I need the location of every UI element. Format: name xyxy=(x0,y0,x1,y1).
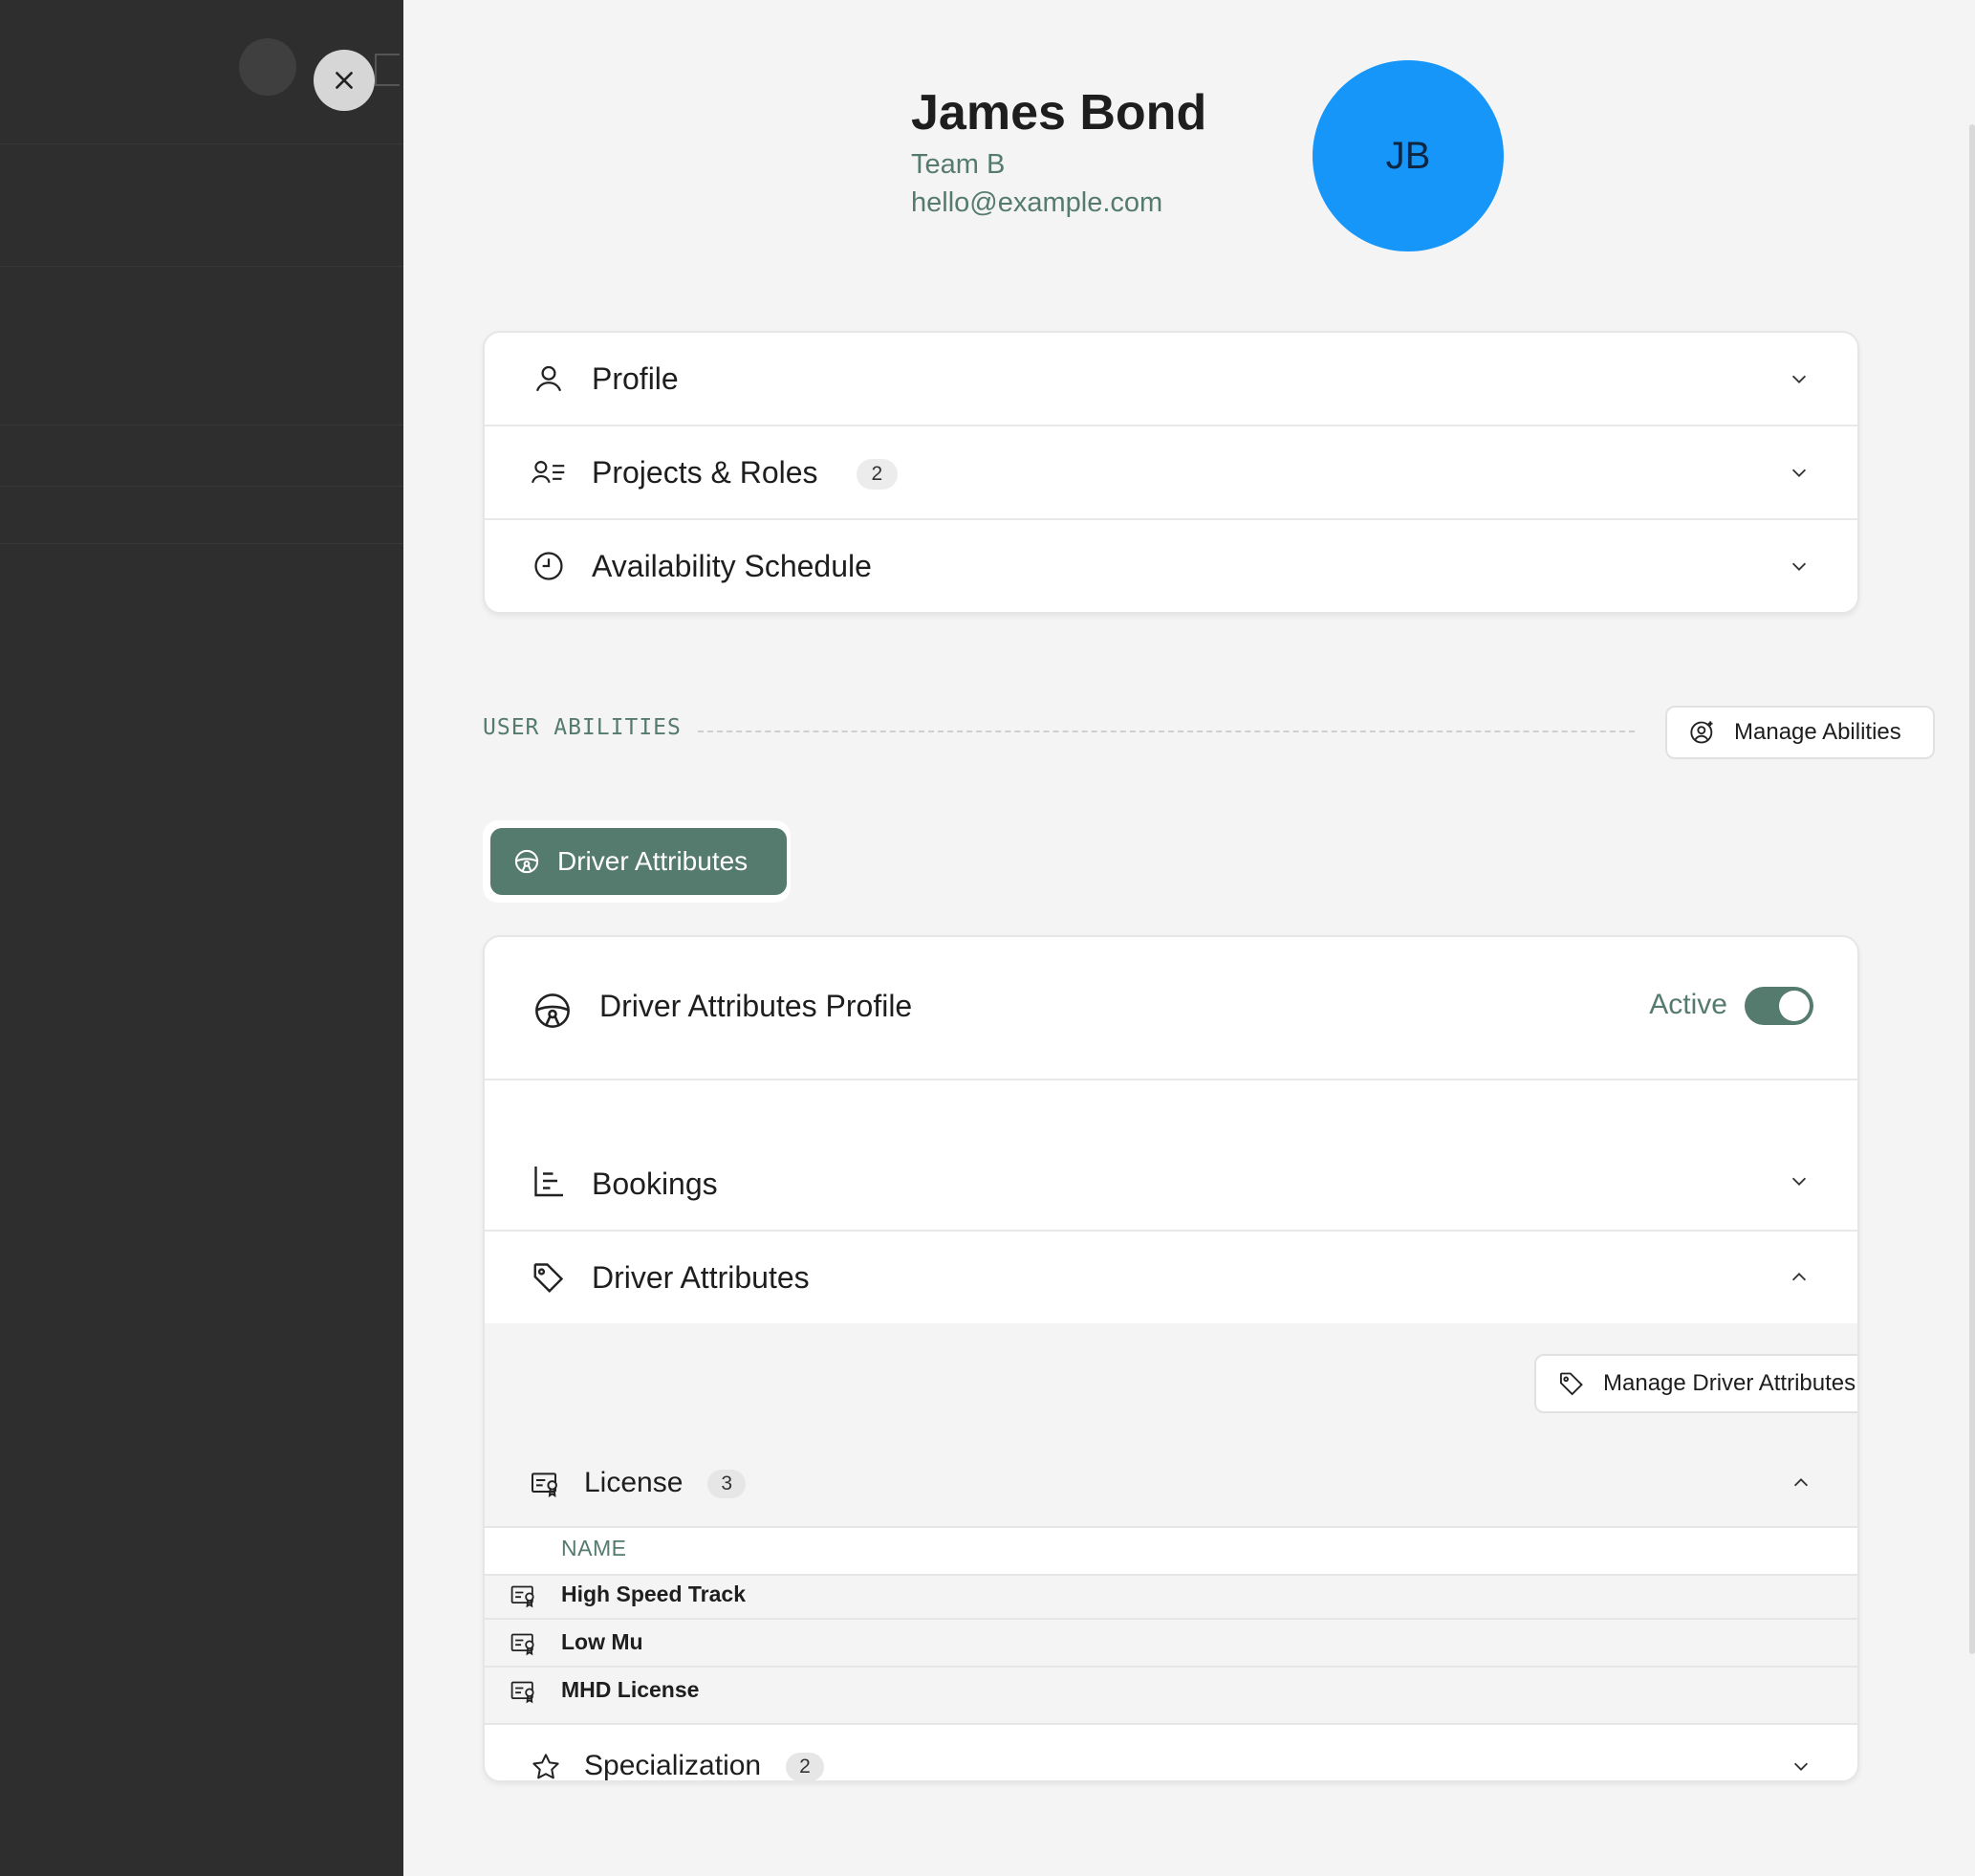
license-label-text: License xyxy=(584,1467,684,1498)
license-group-header[interactable]: License 3 xyxy=(485,1446,1857,1526)
table-row[interactable]: High Speed Track xyxy=(485,1572,1857,1620)
table-row[interactable]: Low Mu xyxy=(485,1620,1857,1668)
steering-wheel-icon xyxy=(532,991,573,1036)
section-bookings[interactable]: Bookings xyxy=(485,1107,1857,1232)
close-drawer-button[interactable] xyxy=(314,50,375,111)
avatar-initials: JB xyxy=(1385,134,1431,177)
avatar: JB xyxy=(1313,60,1504,251)
star-icon xyxy=(531,1752,561,1780)
section-driver-attributes[interactable]: Driver Attributes xyxy=(485,1232,1857,1323)
license-name: MHD License xyxy=(561,1677,700,1702)
driver-attributes-profile-card: Driver Attributes Profile Active Booking… xyxy=(483,935,1859,1782)
user-team: Team B xyxy=(911,149,1006,180)
specialization-group-header[interactable]: Specialization 2 xyxy=(485,1723,1857,1781)
count-badge: 2 xyxy=(856,459,899,491)
tag-icon xyxy=(1557,1369,1586,1398)
toggle-knob xyxy=(1779,991,1810,1021)
tab-label: Driver Attributes xyxy=(557,846,749,876)
chevron-down-icon xyxy=(1787,554,1812,578)
tag-icon xyxy=(531,1259,567,1296)
dashed-divider xyxy=(698,731,1635,732)
license-label: License 3 xyxy=(584,1467,747,1499)
backdrop-divider xyxy=(0,486,403,487)
scrollbar[interactable] xyxy=(1969,124,1975,1654)
chevron-down-icon xyxy=(1787,366,1812,391)
certificate-icon xyxy=(510,1631,538,1661)
section-label-text: Projects & Roles xyxy=(592,454,818,490)
close-icon xyxy=(336,72,353,89)
driver-attributes-content: Manage Driver Attributes License 3 NAME H… xyxy=(485,1323,1857,1723)
specialization-label: Specialization 2 xyxy=(584,1750,824,1781)
driver-profile-header: Driver Attributes Profile Active xyxy=(485,937,1857,1080)
section-label: Driver Attributes xyxy=(592,1259,810,1295)
active-status-label: Active xyxy=(1649,989,1727,1020)
driver-profile-title: Driver Attributes Profile xyxy=(599,989,913,1023)
section-label: Availability Schedule xyxy=(592,548,872,583)
active-toggle[interactable] xyxy=(1745,987,1813,1025)
manage-driver-attributes-label: Manage Driver Attributes xyxy=(1603,1370,1856,1396)
backdrop-divider xyxy=(0,266,403,267)
abilities-tabs: Driver Attributes xyxy=(483,820,791,903)
column-header-name: NAME xyxy=(561,1536,627,1560)
chevron-up-icon xyxy=(1787,1265,1812,1290)
user-name: James Bond xyxy=(911,85,1207,141)
count-badge: 2 xyxy=(786,1753,824,1780)
manage-abilities-label: Manage Abilities xyxy=(1734,719,1901,745)
certificate-icon xyxy=(531,1469,561,1504)
count-badge: 3 xyxy=(707,1470,747,1499)
table-row[interactable]: MHD License xyxy=(485,1668,1857,1713)
chevron-down-icon xyxy=(1791,1756,1812,1780)
user-list-icon xyxy=(531,454,567,491)
license-table-header: NAME xyxy=(485,1526,1857,1576)
manage-abilities-button[interactable]: Manage Abilities xyxy=(1665,706,1935,759)
user-sections-card: Profile Projects & Roles 2 Availability S… xyxy=(483,331,1859,614)
section-label: Profile xyxy=(592,360,679,396)
specialization-label-text: Specialization xyxy=(584,1750,762,1781)
clock-icon xyxy=(531,548,567,584)
chevron-up-icon xyxy=(1791,1472,1812,1498)
page-backdrop[interactable] xyxy=(0,0,403,1876)
section-projects-roles[interactable]: Projects & Roles 2 xyxy=(485,426,1857,520)
backdrop-divider xyxy=(0,543,403,544)
chevron-down-icon xyxy=(1787,1168,1812,1193)
section-availability-schedule[interactable]: Availability Schedule xyxy=(485,520,1857,612)
user-icon xyxy=(531,360,567,397)
bar-chart-icon xyxy=(531,1163,567,1199)
certificate-icon xyxy=(510,1679,538,1709)
user-abilities-heading: USER ABILITIES xyxy=(483,715,682,740)
user-settings-icon xyxy=(1688,718,1717,747)
app-logo xyxy=(239,38,296,96)
chevron-down-icon xyxy=(1787,460,1812,485)
license-name: Low Mu xyxy=(561,1629,643,1654)
user-email: hello@example.com xyxy=(911,187,1163,218)
tab-driver-attributes[interactable]: Driver Attributes xyxy=(490,828,787,895)
manage-driver-attributes-button[interactable]: Manage Driver Attributes xyxy=(1534,1354,1857,1413)
backdrop-divider xyxy=(0,143,403,144)
section-label: Bookings xyxy=(592,1167,718,1201)
license-name: High Speed Track xyxy=(561,1582,747,1606)
certificate-icon xyxy=(510,1583,538,1613)
steering-wheel-icon xyxy=(513,847,542,876)
backdrop-fragment xyxy=(375,54,400,86)
section-profile[interactable]: Profile xyxy=(485,333,1857,426)
section-label: Projects & Roles 2 xyxy=(592,454,899,491)
user-detail-drawer: James Bond Team B hello@example.com JB P… xyxy=(403,0,1975,1876)
